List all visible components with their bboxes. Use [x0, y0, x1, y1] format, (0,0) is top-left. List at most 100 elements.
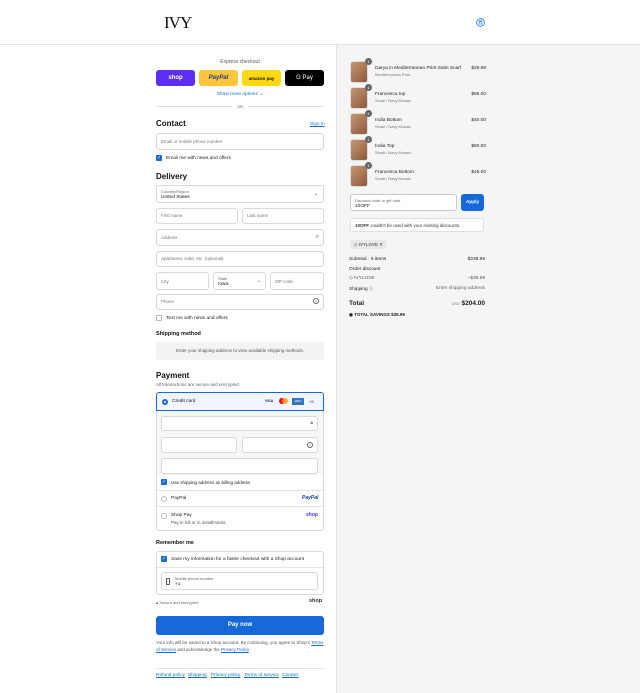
- save-info-label: Save my information for a faster checkou…: [171, 557, 305, 562]
- email-field[interactable]: Email or mobile phone number: [156, 133, 324, 150]
- security-code-field[interactable]: ?: [242, 437, 318, 453]
- shop-pay-radio[interactable]: [161, 513, 167, 519]
- line-item: 1 Francesca Bottom Small / Navy Mosaic $…: [350, 162, 486, 187]
- sign-in-link[interactable]: Sign in: [310, 122, 325, 127]
- quantity-badge: 1: [365, 136, 372, 143]
- line-item: 1 Darya in Mediterranean Print Satin Sca…: [350, 58, 486, 83]
- footer-refund-link[interactable]: Refund policy: [156, 673, 185, 678]
- privacy-link[interactable]: Privacy Policy: [221, 647, 249, 652]
- close-icon[interactable]: ✕: [379, 242, 383, 247]
- product-image: [350, 61, 368, 83]
- subtotal-row: Subtotal · 5 items $239.99: [349, 257, 485, 262]
- paypal-express-button[interactable]: PayPal: [199, 70, 238, 86]
- payment-title: Payment: [156, 371, 190, 380]
- chevron-down-icon: ⌄: [256, 278, 261, 284]
- shop-pay-express-button[interactable]: shop: [156, 70, 195, 86]
- apply-discount-button[interactable]: Apply: [461, 194, 484, 211]
- save-info-checkbox[interactable]: ✓: [161, 556, 167, 562]
- help-icon[interactable]: ?: [313, 298, 319, 304]
- product-variant: Small / Navy Mosaic: [375, 150, 412, 155]
- order-discount-row: Order discount: [349, 267, 381, 272]
- divider: [156, 668, 324, 669]
- tag-icon: ◇: [349, 276, 353, 281]
- shop-pay-option-label[interactable]: Shop Pay: [171, 513, 192, 518]
- product-image: [350, 165, 368, 187]
- name-on-card-field[interactable]: [161, 458, 318, 474]
- paypal-radio[interactable]: [161, 496, 167, 502]
- radio-selected[interactable]: [162, 399, 168, 405]
- express-title: Express checkout: [220, 59, 260, 65]
- divider: [157, 567, 323, 568]
- payment-subtitle: All transactions are secure and encrypte…: [156, 382, 241, 387]
- text-news-label: Text me with news and offers: [166, 316, 228, 321]
- amazon-pay-express-button[interactable]: amazon pay: [242, 70, 281, 86]
- total-row: Total USD $204.00: [349, 300, 485, 307]
- checkout-page: IVY Express checkout shop PayPal amazon …: [0, 0, 640, 693]
- product-variant: Small / Navy Mosaic: [375, 98, 412, 103]
- footer-terms-link[interactable]: Terms of service: [244, 673, 279, 678]
- phone-icon: [166, 578, 170, 585]
- pay-now-button[interactable]: Pay now: [156, 616, 324, 635]
- product-variant: Small / Navy Mosaic: [375, 176, 412, 181]
- expiration-field[interactable]: [161, 437, 237, 453]
- discount-code-row: ◇ IVYLOVE −$35.99: [349, 276, 485, 281]
- footer-shipping-link[interactable]: Shipping: [188, 673, 207, 678]
- line-item: 1 Francesca top Small / Navy Mosaic $65.…: [350, 84, 486, 109]
- shipping-method-title: Shipping method: [156, 331, 201, 337]
- product-price: $29.99: [471, 66, 486, 71]
- line-item: 1 India Top Small / Navy Mosaic $60.00: [350, 136, 486, 161]
- shop-pay-subtitle: Pay in full or in installments: [171, 520, 226, 525]
- mobile-phone-field[interactable]: Mobile phone number +1: [161, 572, 318, 590]
- shipping-row: Shipping ⓘ Enter shipping address: [349, 286, 485, 292]
- show-more-options-link[interactable]: Show more options ⌄: [156, 92, 324, 97]
- card-number-field[interactable]: 🔒︎: [161, 416, 318, 431]
- search-icon: ⌕: [315, 234, 319, 240]
- delivery-title: Delivery: [156, 172, 188, 181]
- product-image: [350, 113, 368, 135]
- state-select[interactable]: State Iowa ⌄: [213, 272, 266, 290]
- product-image: [350, 87, 368, 109]
- email-news-label: Email me with news and offers: [166, 156, 231, 161]
- phone-field[interactable]: Phone ?: [156, 294, 324, 310]
- chevron-down-icon: ⌄: [313, 191, 318, 197]
- product-name: India Bottom: [375, 118, 402, 123]
- apartment-field[interactable]: Apartment, suite, etc. (optional): [156, 251, 324, 267]
- email-news-checkbox[interactable]: ✓: [156, 155, 162, 161]
- line-item: 1 India Bottom Small / Navy Mosaic $40.0…: [350, 110, 486, 135]
- city-field[interactable]: City: [156, 272, 209, 290]
- tag-icon: ◇: [354, 242, 358, 247]
- credit-card-option[interactable]: Credit card VISA AMEX +5: [156, 392, 324, 411]
- legal-text: Your info will be saved to a Shop accoun…: [156, 640, 324, 652]
- discount-code-field[interactable]: Discount code or gift card 10OFF: [350, 194, 457, 211]
- quantity-badge: 1: [365, 110, 372, 117]
- billing-same-checkbox[interactable]: ✓: [161, 479, 167, 485]
- paypal-logo: PayPal: [302, 495, 319, 501]
- help-icon[interactable]: ?: [307, 442, 313, 448]
- product-name: Francesca top: [375, 92, 406, 97]
- first-name-field[interactable]: First name: [156, 208, 238, 224]
- footer-contact-link[interactable]: Contact: [282, 673, 299, 678]
- billing-same-label: Use shipping address as billing address: [171, 480, 251, 485]
- shopping-bag-icon[interactable]: [476, 18, 485, 27]
- product-price: $45.00: [471, 170, 486, 175]
- product-name: Darya in Mediterranean Print Satin Scarf: [375, 66, 462, 71]
- secure-encrypted-text: 🔒︎ Secure and encrypted: [156, 600, 199, 605]
- help-icon[interactable]: ⓘ: [369, 286, 373, 291]
- visa-icon: VISA: [265, 399, 274, 403]
- text-news-checkbox[interactable]: [156, 315, 162, 321]
- last-name-field[interactable]: Last name: [242, 208, 324, 224]
- zip-field[interactable]: ZIP code: [270, 272, 324, 290]
- product-name: Francesca Bottom: [375, 170, 414, 175]
- divider: [157, 506, 323, 507]
- product-name: India Top: [375, 144, 395, 149]
- paypal-option-label[interactable]: PayPal: [171, 496, 186, 501]
- savings-icon: ◉: [349, 312, 353, 317]
- address-field[interactable]: Address ⌕: [156, 229, 324, 246]
- country-select[interactable]: Country/Region United States ⌄: [156, 185, 324, 203]
- footer-privacy-link[interactable]: Privacy policy: [211, 673, 240, 678]
- brand-logo[interactable]: IVY: [164, 13, 192, 33]
- product-variant: Small / Navy Mosaic: [375, 124, 412, 129]
- google-pay-express-button[interactable]: G Pay: [285, 70, 324, 86]
- total-savings-row: ◉ TOTAL SAVINGS $35.99: [349, 312, 405, 317]
- product-variant: Mediterranean Print: [375, 72, 411, 77]
